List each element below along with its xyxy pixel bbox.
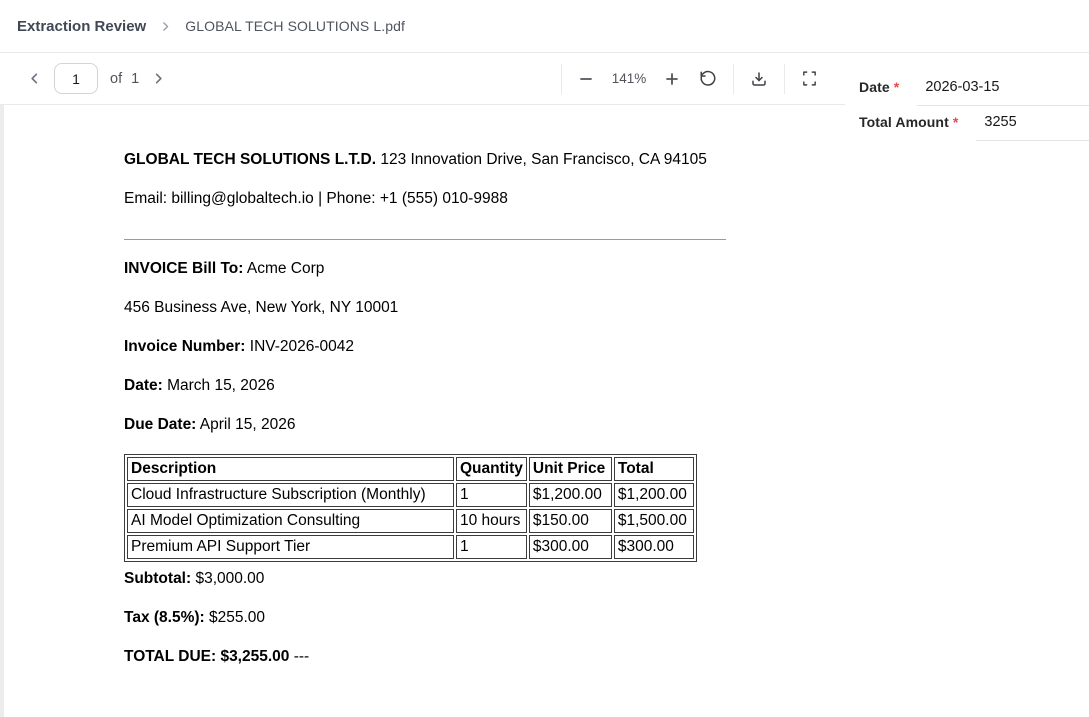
breadcrumb-filename: GLOBAL TECH SOLUTIONS L.pdf [185,18,405,34]
table-cell: AI Model Optimization Consulting [127,509,454,533]
download-button[interactable] [747,67,771,91]
bill-to-line: INVOICE Bill To: Acme Corp [124,259,726,279]
column-header: Description [127,457,454,481]
chevron-right-icon [151,71,166,86]
table-row: Premium API Support Tier 1 $300.00 $300.… [127,535,694,559]
zoom-level: 141% [610,71,648,86]
previous-page-button[interactable] [24,68,45,89]
table-cell: $300.00 [529,535,612,559]
invoice-number-line: Invoice Number: INV-2026-0042 [124,337,726,357]
field-row-date: Date* [859,73,1089,106]
rotate-button[interactable] [696,67,720,91]
invoice-document: GLOBAL TECH SOLUTIONS L.T.D. 123 Innovat… [4,105,726,667]
company-line: GLOBAL TECH SOLUTIONS L.T.D. 123 Innovat… [124,150,726,170]
zoom-out-button[interactable] [575,68,597,90]
toolbar-divider [784,64,785,94]
date-field-input[interactable] [917,73,1089,106]
table-cell: $1,500.00 [614,509,694,533]
column-header: Total [614,457,694,481]
page-number-input[interactable] [54,63,98,94]
column-header: Unit Price [529,457,612,481]
tax-line: Tax (8.5%): $255.00 [124,608,726,628]
bill-to-address: 456 Business Ave, New York, NY 10001 [124,298,726,318]
fullscreen-button[interactable] [798,67,821,90]
chevron-left-icon [27,71,42,86]
date-field-label: Date* [859,73,899,95]
download-icon [750,70,768,88]
table-cell: $300.00 [614,535,694,559]
field-row-total-amount: Total Amount* [859,108,1089,141]
pdf-viewer: of 1 141% [0,53,845,717]
of-label: of [110,71,122,87]
table-cell: Cloud Infrastructure Subscription (Month… [127,483,454,507]
total-amount-field-label: Total Amount* [859,108,958,130]
total-amount-field-input[interactable] [976,108,1089,141]
table-row: Cloud Infrastructure Subscription (Month… [127,483,694,507]
plus-icon [664,71,680,87]
minus-icon [578,71,594,87]
breadcrumb: Extraction Review GLOBAL TECH SOLUTIONS … [0,0,1089,53]
required-asterisk: * [894,79,900,95]
toolbar-divider [733,64,734,94]
total-due-line: TOTAL DUE: $3,255.00 --- [124,647,726,667]
table-cell: 1 [456,483,527,507]
zoom-in-button[interactable] [661,68,683,90]
line-items-table: Description Quantity Unit Price Total Cl… [124,454,697,562]
toolbar-divider [561,64,562,94]
rotate-counterclockwise-icon [699,70,717,88]
contact-line: Email: billing@globaltech.io | Phone: +1… [124,189,726,209]
breadcrumb-section-link[interactable]: Extraction Review [17,18,146,35]
next-page-button[interactable] [148,68,169,89]
table-cell: $150.00 [529,509,612,533]
table-cell: 1 [456,535,527,559]
expand-icon [801,70,818,87]
table-cell: $1,200.00 [529,483,612,507]
table-header-row: Description Quantity Unit Price Total [127,457,694,481]
extraction-fields-panel: Date* Total Amount* [845,53,1089,717]
total-pages: 1 [131,71,139,87]
column-header: Quantity [456,457,527,481]
viewer-toolbar: of 1 141% [0,53,845,105]
main-area: of 1 141% [0,53,1089,717]
zoom-controls: 141% [561,64,821,94]
page-navigation: of 1 [24,63,169,94]
table-cell: Premium API Support Tier [127,535,454,559]
invoice-date-line: Date: March 15, 2026 [124,376,726,396]
pdf-page: GLOBAL TECH SOLUTIONS L.T.D. 123 Innovat… [4,105,845,717]
viewer-canvas[interactable]: GLOBAL TECH SOLUTIONS L.T.D. 123 Innovat… [0,105,845,717]
table-row: AI Model Optimization Consulting 10 hour… [127,509,694,533]
due-date-line: Due Date: April 15, 2026 [124,415,726,435]
document-divider [124,239,726,240]
table-cell: 10 hours [456,509,527,533]
table-cell: $1,200.00 [614,483,694,507]
subtotal-line: Subtotal: $3,000.00 [124,569,726,589]
chevron-right-icon [159,20,172,33]
required-asterisk: * [953,114,959,130]
